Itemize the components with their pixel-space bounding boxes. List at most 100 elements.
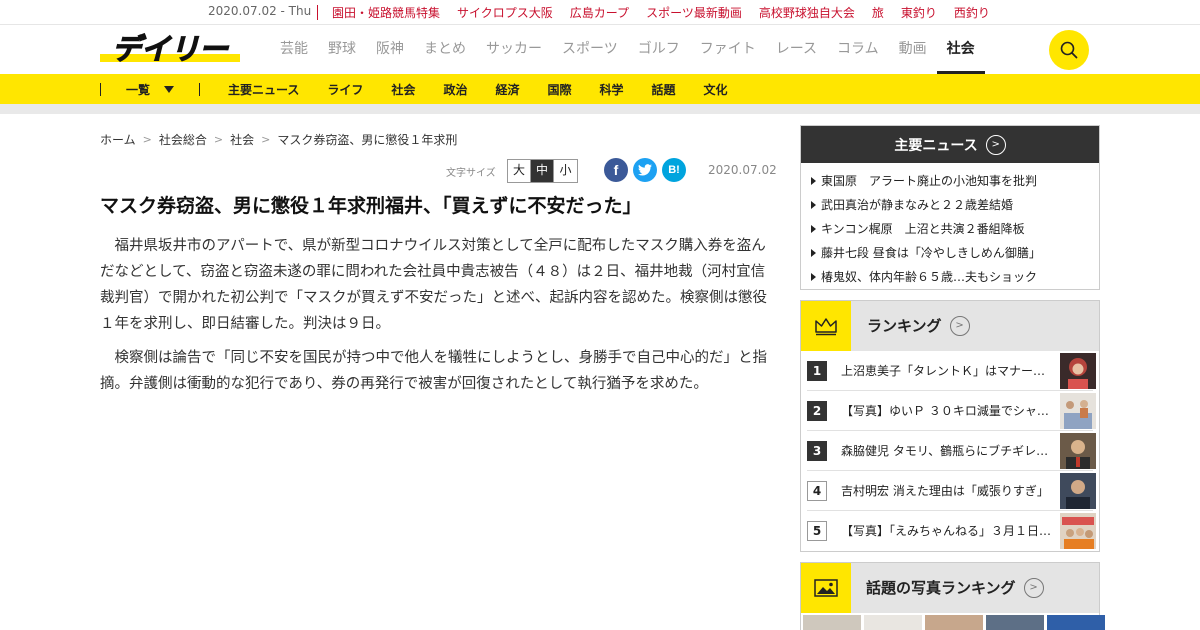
nav-society[interactable]: 社会 <box>936 25 985 74</box>
rank-number: 2 <box>807 401 827 421</box>
font-size-small-button[interactable]: 小 <box>554 160 577 182</box>
search-button[interactable] <box>1049 30 1089 70</box>
divider-band <box>0 104 1200 114</box>
nav-column[interactable]: コラム <box>837 25 879 74</box>
font-size-large-button[interactable]: 大 <box>508 160 531 182</box>
hatena-bookmark-button[interactable]: B! <box>662 158 686 182</box>
top-link-carp[interactable]: 広島カープ <box>570 4 629 21</box>
article-paragraph: 検察側は論告で「同じ不安を国民が持つ中で他人を犠牲にしようとし、身勝手で自己中心… <box>100 350 767 392</box>
facebook-share-button[interactable]: f <box>604 158 628 182</box>
sub-link-culture[interactable]: 文化 <box>704 81 728 98</box>
sub-link-main-news[interactable]: 主要ニュース <box>228 81 299 98</box>
font-size-medium-button[interactable]: 中 <box>531 160 554 182</box>
main-news-item[interactable]: 東国原 アラート廃止の小池知事を批判 <box>811 169 1099 193</box>
breadcrumb-society-general[interactable]: 社会総合 <box>159 131 207 148</box>
sub-link-society[interactable]: 社会 <box>391 81 415 98</box>
article-title: マスク券窃盗、男に懲役１年求刑福井、「買えずに不安だった」 <box>100 195 642 217</box>
nav-race[interactable]: レース <box>776 25 817 74</box>
rank-thumbnail <box>1060 393 1096 429</box>
facebook-icon: f <box>613 162 619 178</box>
main-news-item[interactable]: キンコン梶原 上沼と共演２番組降板 <box>811 217 1099 241</box>
subnav-divider <box>100 83 101 96</box>
photo-ranking-header[interactable]: 話題の写真ランキング > <box>801 563 1099 613</box>
sub-link-topics[interactable]: 話題 <box>652 81 676 98</box>
top-link-sonoda[interactable]: 園田・姫路競馬特集 <box>332 4 440 21</box>
article-paragraph: 福井県坂井市のアパートで、県が新型コロナウイルス対策として全戸に配布したマスク購… <box>100 238 767 332</box>
main-news-item-text: 武田真治が静まなみと２２歳差結婚 <box>821 198 1014 212</box>
font-size-switcher: 大 中 小 <box>507 159 578 183</box>
font-size-label: 文字サイズ <box>446 168 496 179</box>
photo-thumbnail[interactable] <box>925 615 983 630</box>
ranking-box: ランキング > 1 上沼恵美子「タレントＫ」はマナー… 2 【写真】ゆいＰ ３０… <box>800 300 1100 552</box>
ranking-item[interactable]: 5 【写真】「えみちゃんねる」３月１日… <box>807 511 1096 551</box>
publish-date: 2020.07.02 <box>708 163 777 177</box>
main-news-item-text: 藤井七段 昼食は「冷やしきしめん御膳」 <box>821 246 1041 260</box>
rank-number: 3 <box>807 441 827 461</box>
sub-link-science[interactable]: 科学 <box>599 81 623 98</box>
main-news-item-text: 東国原 アラート廃止の小池知事を批判 <box>821 174 1038 188</box>
rank-text: 上沼恵美子「タレントＫ」はマナー… <box>841 364 1046 378</box>
category-dropdown[interactable]: 一覧 <box>126 81 175 98</box>
photo-thumbnail[interactable] <box>803 615 861 630</box>
nav-sports[interactable]: スポーツ <box>562 25 618 74</box>
top-link-koshien[interactable]: 高校野球独自大会 <box>759 4 855 21</box>
top-separator <box>317 5 318 20</box>
ranking-header[interactable]: ランキング > <box>801 301 1099 351</box>
rank-thumbnail <box>1060 433 1096 469</box>
photo-thumbnails <box>801 615 1105 630</box>
nav-hanshin[interactable]: 阪神 <box>376 25 404 74</box>
nav-baseball[interactable]: 野球 <box>328 25 356 74</box>
breadcrumb-home[interactable]: ホーム <box>100 131 136 148</box>
subnav-divider <box>199 83 200 96</box>
share-buttons: f B! <box>604 158 686 182</box>
triangle-right-icon <box>811 249 816 257</box>
twitter-icon <box>638 164 652 176</box>
chevron-right-icon: > <box>261 133 271 146</box>
nav-geino[interactable]: 芸能 <box>280 25 308 74</box>
article-body: 福井県坂井市のアパートで、県が新型コロナウイルス対策として全戸に配布したマスク購… <box>100 233 770 405</box>
breadcrumb-society[interactable]: 社会 <box>230 131 254 148</box>
sub-link-politics[interactable]: 政治 <box>443 81 467 98</box>
top-link-cyclops[interactable]: サイクロプス大阪 <box>457 4 553 21</box>
main-news-item[interactable]: 椿鬼奴、体内年齢６５歳…夫もショック <box>811 265 1099 289</box>
top-link-east-fishing[interactable]: 東釣り <box>901 4 937 21</box>
main-news-item[interactable]: 藤井七段 昼食は「冷やしきしめん御膳」 <box>811 241 1099 265</box>
today-date: 2020.07.02 - Thu <box>208 4 312 18</box>
daily-logo[interactable]: デイリー <box>100 32 240 66</box>
top-link-sports-video[interactable]: スポーツ最新動画 <box>646 4 742 21</box>
ranking-item[interactable]: 2 【写真】ゆいＰ ３０キロ減量でシャ… <box>807 391 1096 431</box>
search-icon <box>1060 41 1078 59</box>
ranking-item[interactable]: 4 吉村明宏 消えた理由は「威張りすぎ」 <box>807 471 1096 511</box>
nav-fight[interactable]: ファイト <box>700 25 756 74</box>
nav-golf[interactable]: ゴルフ <box>638 25 680 74</box>
rank-number: 1 <box>807 361 827 381</box>
triangle-down-icon <box>164 86 175 93</box>
ranking-item[interactable]: 1 上沼恵美子「タレントＫ」はマナー… <box>807 351 1096 391</box>
ranking-item[interactable]: 3 森脇健児 タモリ、鶴瓶らにブチギレ… <box>807 431 1096 471</box>
category-dropdown-label: 一覧 <box>126 83 151 97</box>
sub-link-international[interactable]: 国際 <box>547 81 571 98</box>
breadcrumb: ホーム > 社会総合 > 社会 > マスク券窃盗、男に懲役１年求刑 <box>100 131 457 148</box>
rank-thumbnail <box>1060 513 1096 549</box>
photo-thumbnail[interactable] <box>986 615 1044 630</box>
chevron-right-circle-icon: > <box>1023 577 1044 598</box>
top-link-west-fishing[interactable]: 西釣り <box>954 4 990 21</box>
chevron-right-circle-icon: > <box>985 134 1006 155</box>
nav-video[interactable]: 動画 <box>899 25 927 74</box>
top-link-travel[interactable]: 旅 <box>872 4 884 21</box>
crown-icon <box>801 301 851 351</box>
photo-thumbnail[interactable] <box>864 615 922 630</box>
breadcrumb-current: マスク券窃盗、男に懲役１年求刑 <box>277 133 458 147</box>
twitter-share-button[interactable] <box>633 158 657 182</box>
main-news-item[interactable]: 武田真治が静まなみと２２歳差結婚 <box>811 193 1099 217</box>
nav-soccer[interactable]: サッカー <box>486 25 542 74</box>
rank-thumbnail <box>1060 353 1096 389</box>
nav-matome[interactable]: まとめ <box>424 25 466 74</box>
photo-thumbnail[interactable] <box>1047 615 1105 630</box>
main-news-header[interactable]: 主要ニュース > <box>801 126 1099 163</box>
rank-text: 【写真】「えみちゃんねる」３月１日… <box>841 524 1052 538</box>
sub-link-economy[interactable]: 経済 <box>495 81 519 98</box>
image-icon <box>801 563 851 613</box>
main-news-item-text: 椿鬼奴、体内年齢６５歳…夫もショック <box>821 270 1038 284</box>
sub-link-life[interactable]: ライフ <box>327 81 363 98</box>
